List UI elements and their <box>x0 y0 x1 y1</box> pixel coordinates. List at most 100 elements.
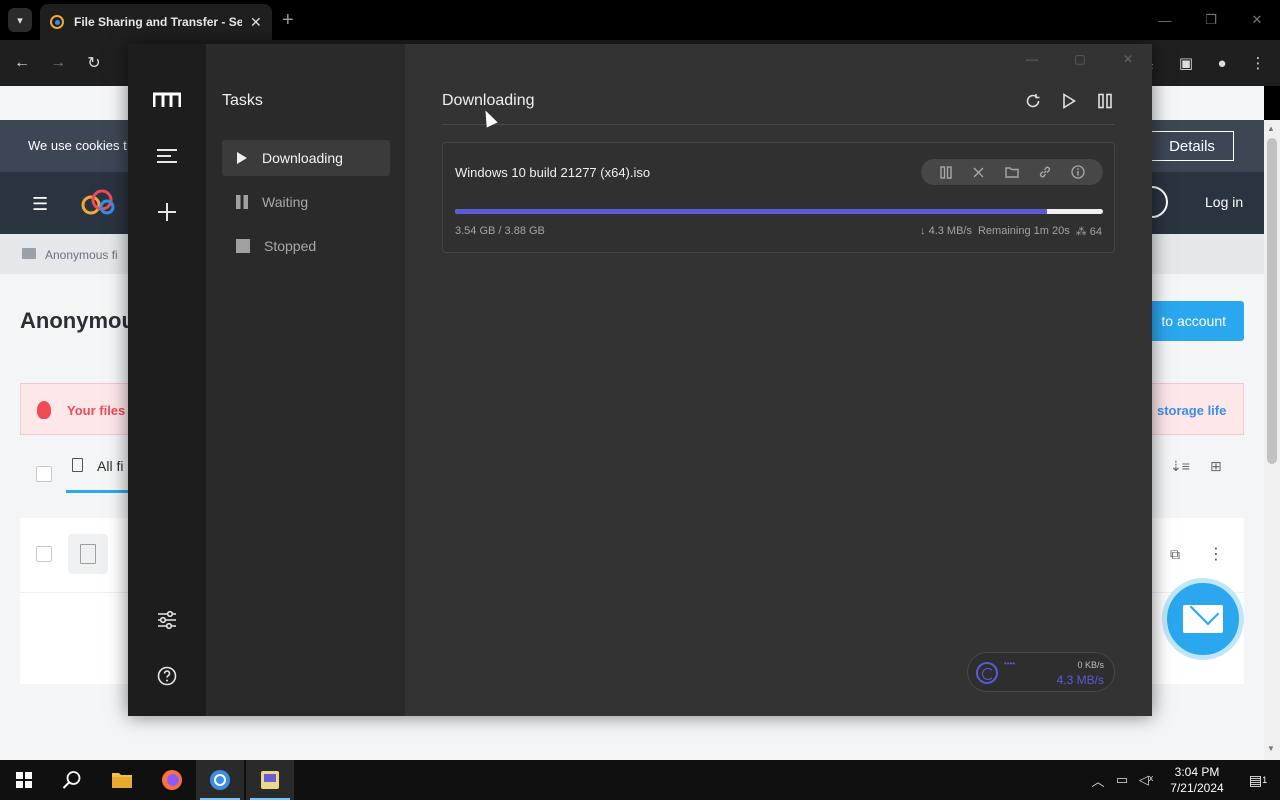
contact-mail-button[interactable] <box>1162 578 1244 660</box>
panel-actions <box>1022 90 1116 112</box>
download-manager-taskbar-icon[interactable] <box>246 760 294 800</box>
task-connections: ⁂ 64 <box>1075 226 1102 238</box>
grid-view-icon[interactable]: ⊞ <box>1210 458 1222 475</box>
firefox-icon[interactable] <box>148 760 196 800</box>
task-link-icon[interactable] <box>1037 164 1053 180</box>
system-tray: ︿ ▭ ◁ˣ 3:04 PM 7/21/2024 ▤ 1 <box>1086 760 1280 800</box>
active-tab-indicator <box>66 490 130 493</box>
pause-all-icon[interactable] <box>1094 90 1116 112</box>
app-window-controls: — ▢ ✕ <box>1008 44 1152 74</box>
extend-storage-link[interactable]: storage life <box>1157 403 1226 418</box>
site-logo-icon[interactable] <box>80 188 116 216</box>
sidebar-item-label: Waiting <box>262 194 309 210</box>
flame-icon <box>37 401 51 419</box>
new-tab-button[interactable]: + <box>282 8 294 32</box>
panel-divider <box>442 124 1115 125</box>
search-icon[interactable] <box>48 760 96 800</box>
task-item[interactable]: Windows 10 build 21277 (x64).iso 3.54 GB… <box>442 142 1115 253</box>
reload-icon[interactable]: ↻ <box>82 51 106 75</box>
copy-link-icon[interactable]: ⧉ <box>1170 546 1180 563</box>
app-minimize-button[interactable]: — <box>1008 44 1056 74</box>
scroll-up-icon[interactable]: ▲ <box>1267 124 1275 133</box>
network-icon[interactable]: ▭ <box>1110 772 1134 788</box>
task-folder-icon[interactable] <box>1004 164 1020 180</box>
help-icon[interactable] <box>153 662 181 690</box>
profile-icon[interactable]: ● <box>1210 51 1234 75</box>
preferences-sliders-icon[interactable] <box>153 606 181 634</box>
task-delete-icon[interactable] <box>971 164 987 180</box>
app-maximize-button[interactable]: ▢ <box>1056 44 1104 74</box>
refresh-icon[interactable] <box>1022 90 1044 112</box>
browser-menu-icon[interactable]: ⋮ <box>1246 51 1270 75</box>
chrome-icon[interactable] <box>196 760 244 800</box>
taskbar-clock[interactable]: 3:04 PM 7/21/2024 <box>1158 764 1236 796</box>
tab-all-files[interactable]: All fi <box>97 458 123 474</box>
task-remaining: Remaining 1m 20s <box>977 225 1070 237</box>
task-list-panel: — ▢ ✕ Downloading Windows 10 build 21277… <box>405 44 1152 716</box>
sidebar-item-waiting[interactable]: Waiting <box>222 184 390 220</box>
speed-limit-indicator: •••• <box>1004 659 1016 668</box>
sort-icon[interactable]: ⇣≡ <box>1170 458 1190 475</box>
tab-close-icon[interactable]: ✕ <box>250 14 262 31</box>
document-icon <box>72 458 83 472</box>
site-menu-icon[interactable]: ☰ <box>32 194 48 215</box>
browser-tab-strip: ▾ File Sharing and Transfer - Send ✕ + —… <box>0 0 1280 40</box>
windows-taskbar: ︿ ▭ ◁ˣ 3:04 PM 7/21/2024 ▤ 1 <box>0 760 1280 800</box>
browser-tab[interactable]: File Sharing and Transfer - Send ✕ <box>40 4 272 40</box>
browser-close-button[interactable]: ✕ <box>1234 0 1280 40</box>
task-action-toolbar <box>921 159 1103 185</box>
more-options-icon[interactable]: ⋮ <box>1208 544 1224 564</box>
stop-icon <box>236 239 250 253</box>
tab-search-chevron-icon[interactable]: ▾ <box>8 8 32 32</box>
forward-arrow-icon[interactable]: → <box>46 51 70 75</box>
clock-date: 7/21/2024 <box>1170 781 1224 795</box>
notification-center-icon[interactable]: ▤ 1 <box>1236 760 1280 800</box>
panel-title: Downloading <box>442 92 535 109</box>
sidebar-item-downloading[interactable]: Downloading <box>222 140 390 176</box>
download-speed: 4.3 MB/s <box>1056 673 1104 687</box>
tasks-menu-icon[interactable] <box>153 142 181 170</box>
task-stats: ↓ 4.3 MB/s Remaining 1m 20s ⁂ 64 <box>920 225 1102 238</box>
volume-muted-icon[interactable]: ◁ˣ <box>1134 772 1158 788</box>
tab-title: File Sharing and Transfer - Send <box>74 15 242 29</box>
back-arrow-icon[interactable]: ← <box>10 51 34 75</box>
sidebar-item-label: Downloading <box>262 150 343 166</box>
scroll-down-icon[interactable]: ▼ <box>1267 744 1275 753</box>
file-explorer-icon[interactable] <box>98 760 146 800</box>
page-scrollbar[interactable]: ▲ ▼ <box>1264 120 1280 760</box>
notification-count: 1 <box>1262 775 1268 785</box>
app-rail <box>128 44 206 716</box>
download-manager-window: Tasks Downloading Waiting Stopped — ▢ ✕ … <box>128 44 1152 716</box>
start-button[interactable] <box>0 760 48 800</box>
task-pause-icon[interactable] <box>938 164 954 180</box>
page-title: Anonymou <box>20 308 135 333</box>
upload-speed: 0 KB/s <box>1077 660 1104 670</box>
speedometer[interactable]: •••• 0 KB/s 4.3 MB/s <box>967 652 1115 692</box>
task-info-icon[interactable] <box>1070 164 1086 180</box>
cookie-details-button[interactable]: Details <box>1150 131 1234 161</box>
browser-minimize-button[interactable]: — <box>1142 0 1188 40</box>
breadcrumb[interactable]: Anonymous fi <box>45 248 118 262</box>
file-checkbox[interactable] <box>36 546 52 562</box>
select-all-checkbox[interactable] <box>36 466 52 482</box>
envelope-icon <box>1183 605 1223 633</box>
browser-toolbar-actions: ⤓ ▣ ● ⋮ <box>1138 51 1270 75</box>
sidebar-item-label: Stopped <box>264 238 317 254</box>
app-close-button[interactable]: ✕ <box>1104 44 1152 74</box>
play-icon <box>237 152 247 164</box>
login-link[interactable]: Log in <box>1205 194 1243 210</box>
task-progress-bar <box>455 209 1103 214</box>
add-task-icon[interactable] <box>153 198 181 226</box>
task-progress-fill <box>455 209 1047 214</box>
folder-icon <box>22 248 36 259</box>
resume-all-play-icon[interactable] <box>1058 90 1080 112</box>
browser-restore-button[interactable]: ❐ <box>1188 0 1234 40</box>
scroll-thumb[interactable] <box>1267 138 1277 464</box>
windows-logo-icon <box>16 772 32 788</box>
tray-expand-icon[interactable]: ︿ <box>1086 771 1110 790</box>
sidebar-item-stopped[interactable]: Stopped <box>222 228 390 264</box>
tasks-sidebar: Tasks Downloading Waiting Stopped <box>206 44 405 716</box>
side-panel-icon[interactable]: ▣ <box>1174 51 1198 75</box>
task-file-name: Windows 10 build 21277 (x64).iso <box>455 165 651 180</box>
sidebar-title: Tasks <box>222 92 263 109</box>
